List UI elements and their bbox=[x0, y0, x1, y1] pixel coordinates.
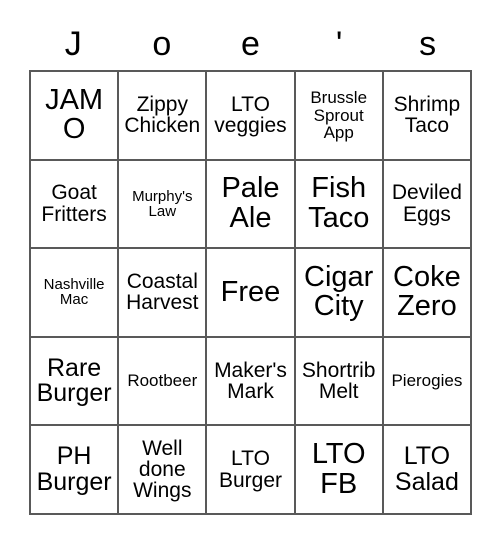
bingo-cell[interactable]: Brussle Sprout App bbox=[295, 72, 384, 161]
bingo-cell[interactable]: LTO Burger bbox=[207, 426, 296, 515]
title-letter-5: s bbox=[419, 25, 437, 63]
bingo-cell[interactable]: LTO Salad bbox=[383, 426, 472, 515]
bingo-cell-label: Shortrib Melt bbox=[301, 358, 376, 404]
bingo-cell-label: Cigar City bbox=[304, 260, 374, 323]
bingo-cell-label: LTO Salad bbox=[394, 442, 459, 496]
bingo-cell-label: Pierogies bbox=[391, 371, 463, 391]
bingo-cell-label: Deviled Eggs bbox=[391, 181, 462, 226]
bingo-cell[interactable]: Goat Fritters bbox=[31, 160, 120, 250]
bingo-cell-label: LTO veggies bbox=[214, 92, 287, 138]
bingo-cell[interactable]: Maker's Mark bbox=[207, 337, 296, 427]
bingo-cell[interactable]: Murphy's Law bbox=[119, 160, 208, 250]
bingo-card-title: J o e ' s bbox=[29, 18, 472, 70]
bingo-cell-label: Rare Burger bbox=[36, 353, 112, 408]
bingo-cell-label: Maker's Mark bbox=[214, 358, 287, 404]
bingo-cell-label: Coke Zero bbox=[393, 260, 461, 323]
bingo-cell-label: JAMO bbox=[45, 83, 104, 146]
title-letter-3: e bbox=[241, 25, 260, 63]
bingo-cell-label: Rootbeer bbox=[127, 371, 198, 391]
bingo-cell-label: Pale Ale bbox=[221, 172, 280, 234]
bingo-cell-label: Coastal Harvest bbox=[126, 270, 199, 315]
title-letter-2: o bbox=[152, 25, 172, 63]
bingo-cell-label: Goat Fritters bbox=[41, 181, 107, 226]
bingo-cell[interactable]: Nashville Mac bbox=[31, 249, 120, 338]
bingo-cell-label: LTO Burger bbox=[218, 447, 282, 492]
bingo-cell[interactable]: LTO veggies bbox=[207, 72, 296, 161]
bingo-cell[interactable]: Zippy Chicken bbox=[119, 72, 208, 161]
bingo-cell[interactable]: Pierogies bbox=[383, 337, 472, 427]
bingo-cell[interactable]: Pale Ale bbox=[207, 160, 296, 250]
title-letter-4: ' bbox=[335, 25, 343, 63]
bingo-cell-label: PH Burger bbox=[36, 442, 112, 496]
bingo-cell[interactable]: Rare Burger bbox=[31, 337, 120, 427]
bingo-cell[interactable]: Deviled Eggs bbox=[383, 160, 472, 250]
bingo-grid: JAMO Zippy Chicken LTO veggies Brussle Spro… bbox=[29, 70, 472, 515]
bingo-cell[interactable]: Shortrib Melt bbox=[295, 337, 384, 427]
bingo-cell-label: Free bbox=[220, 275, 281, 308]
bingo-cell[interactable]: PH Burger bbox=[31, 426, 120, 515]
bingo-cell[interactable]: Well done Wings bbox=[119, 426, 208, 515]
bingo-cell[interactable]: Rootbeer bbox=[119, 337, 208, 427]
bingo-cell-label: Well done Wings bbox=[133, 436, 192, 503]
bingo-cell[interactable]: Cigar City bbox=[295, 249, 384, 338]
bingo-cell-free[interactable]: Free bbox=[207, 249, 296, 338]
bingo-cell-label: Zippy Chicken bbox=[124, 92, 201, 138]
title-letter-1: J bbox=[64, 25, 82, 63]
bingo-cell[interactable]: Fish Taco bbox=[295, 160, 384, 250]
bingo-cell[interactable]: Coastal Harvest bbox=[119, 249, 208, 338]
bingo-card: J o e ' s JAMO Zippy Chicken LTO veggies Br… bbox=[0, 0, 500, 544]
bingo-cell-label: Fish Taco bbox=[308, 172, 370, 234]
bingo-cell[interactable]: Shrimp Taco bbox=[383, 72, 472, 161]
bingo-cell[interactable]: JAMO bbox=[31, 72, 120, 161]
bingo-cell-label: LTO FB bbox=[311, 438, 366, 500]
bingo-cell[interactable]: LTO FB bbox=[295, 426, 384, 515]
bingo-cell-label: Brussle Sprout App bbox=[310, 88, 368, 142]
bingo-cell-label: Nashville Mac bbox=[43, 276, 105, 309]
bingo-cell[interactable]: Coke Zero bbox=[383, 249, 472, 338]
bingo-cell-label: Shrimp Taco bbox=[393, 92, 461, 138]
bingo-cell-label: Murphy's Law bbox=[132, 187, 193, 220]
